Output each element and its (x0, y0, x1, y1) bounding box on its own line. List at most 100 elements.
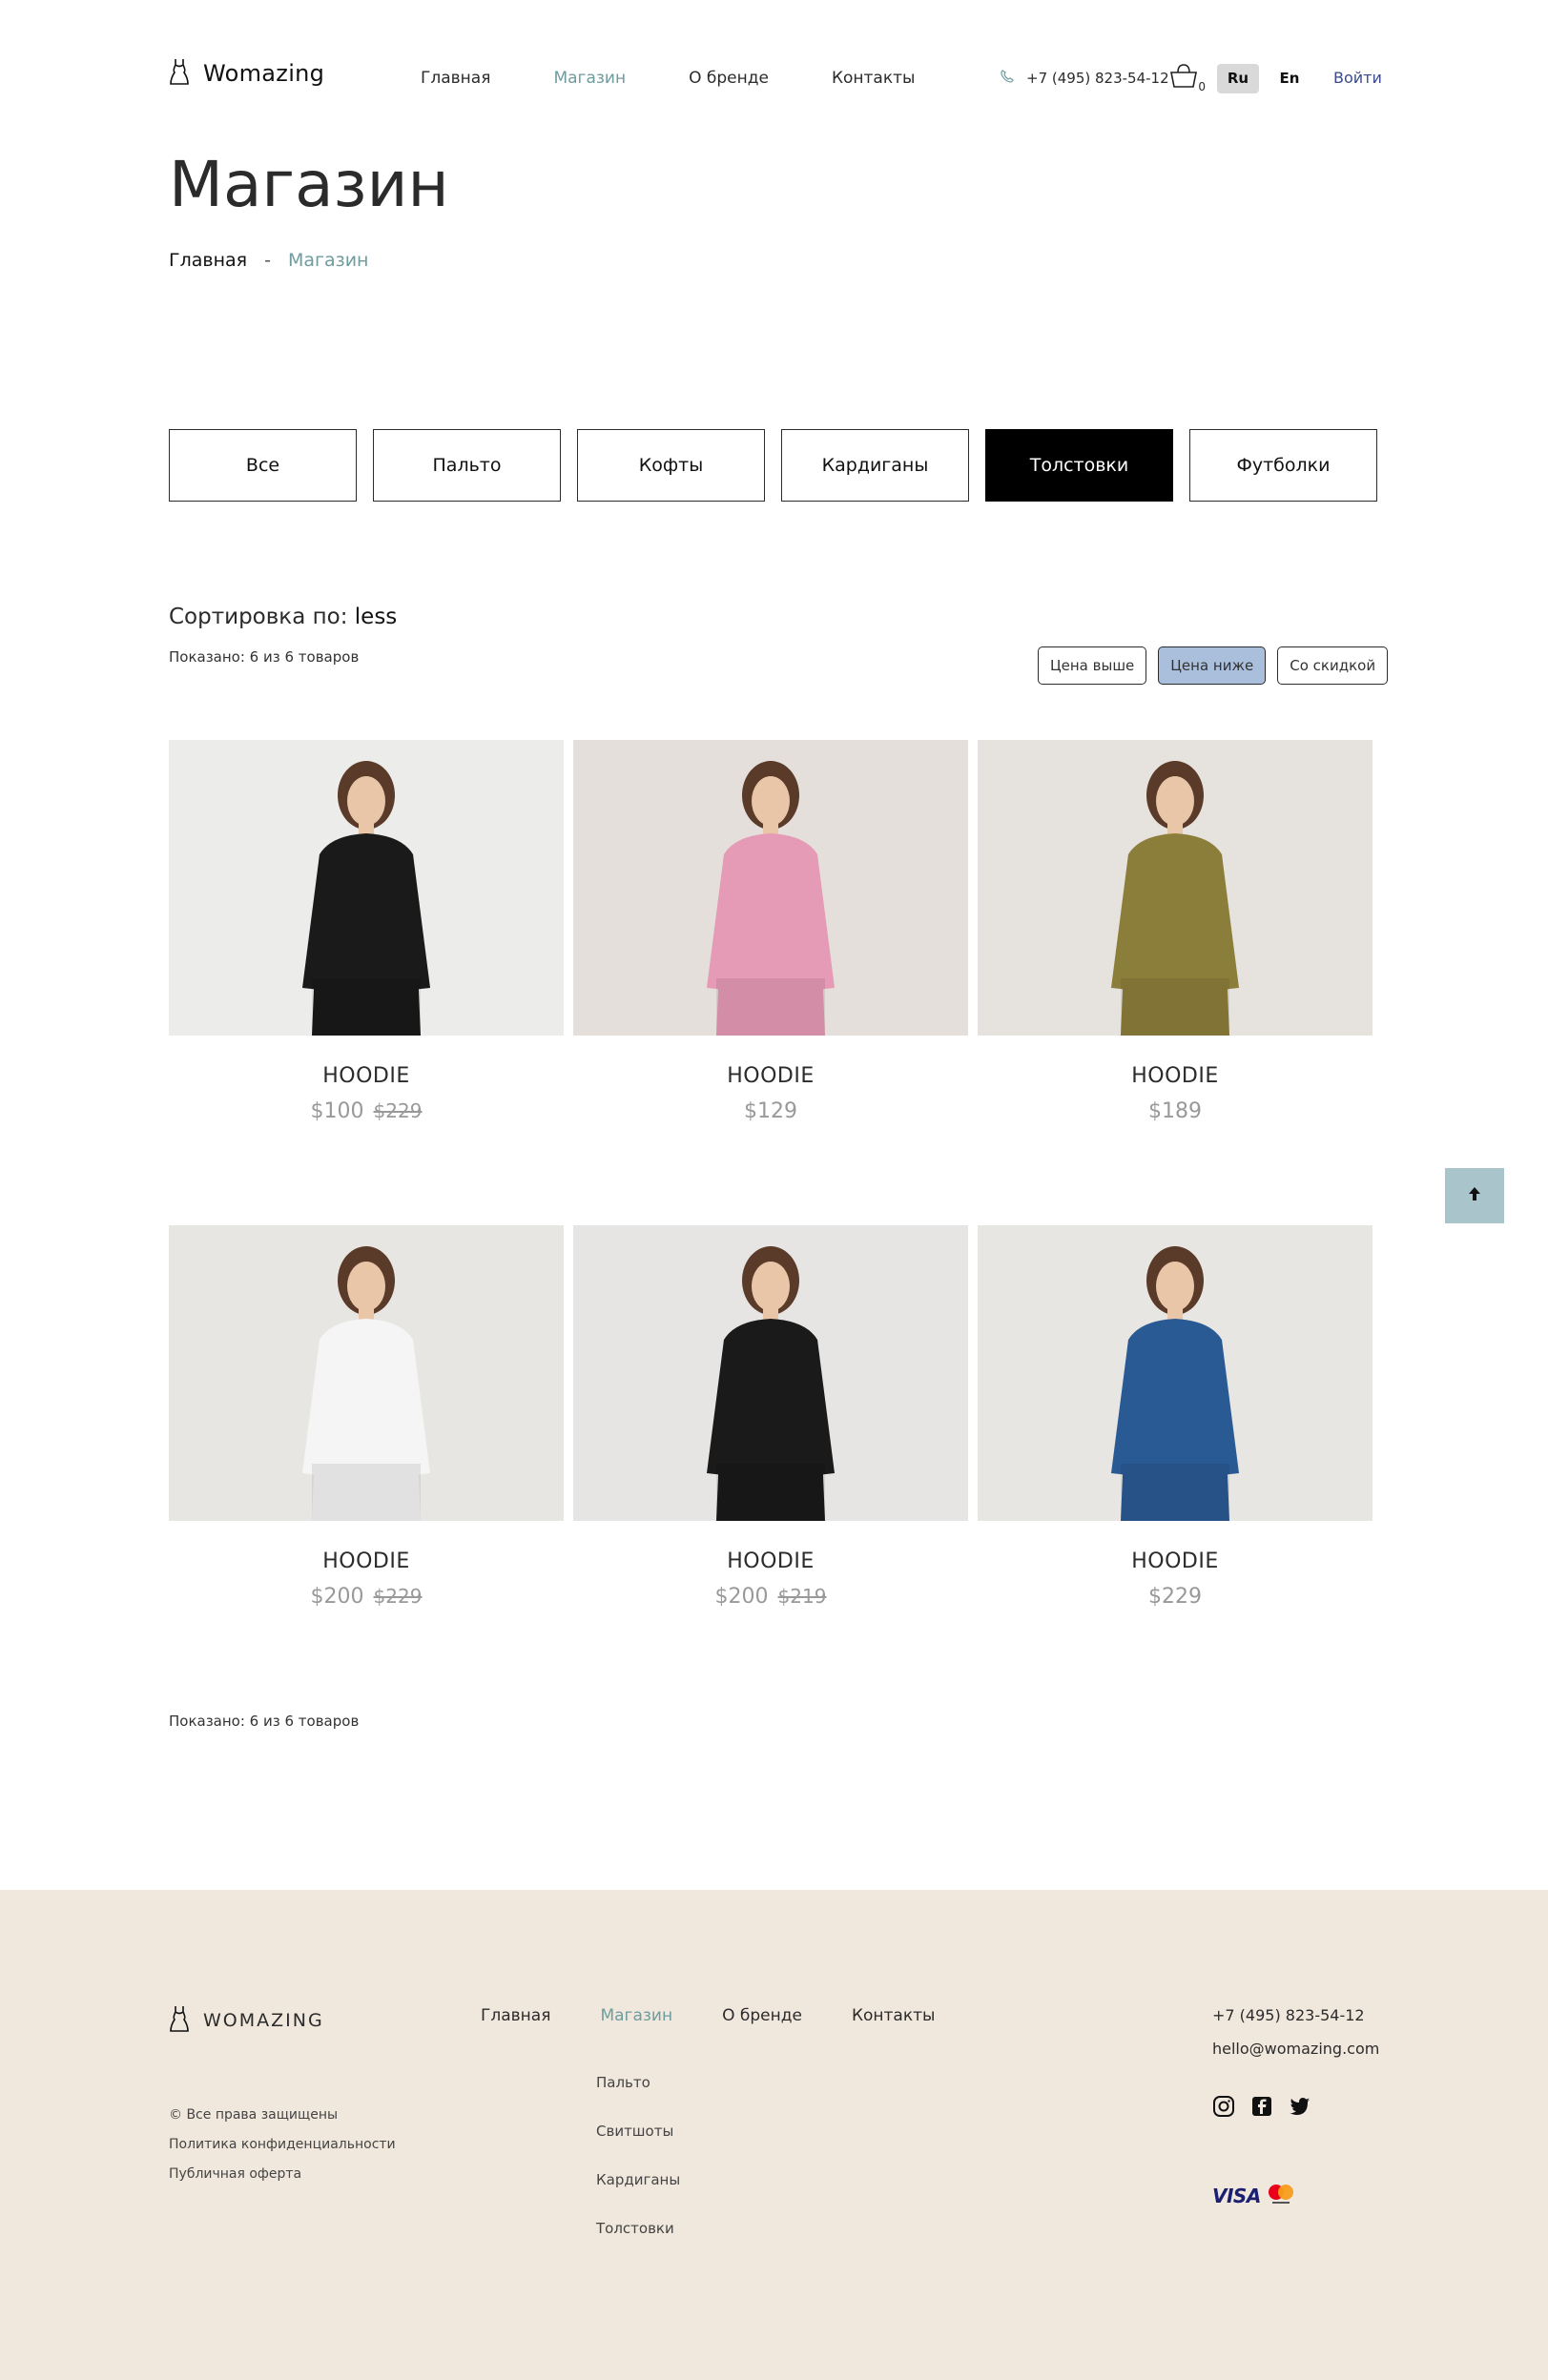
nav-shop[interactable]: Магазин (553, 69, 626, 88)
footer-phone[interactable]: +7 (495) 823-54-12 (1212, 2006, 1379, 2024)
payment-methods: VISA (1212, 2183, 1299, 2209)
cart-button[interactable]: 0 (1169, 63, 1206, 93)
instagram-icon[interactable] (1212, 2095, 1235, 2118)
product-image[interactable] (169, 740, 564, 1036)
copyright: © Все права защищены (169, 2107, 339, 2123)
product-name[interactable]: HOODIE (978, 1549, 1373, 1573)
dress-logo-icon (169, 57, 190, 90)
logo-text: Womazing (203, 60, 325, 87)
arrow-up-icon (1468, 1186, 1481, 1205)
visa-logo: VISA (1212, 2185, 1261, 2207)
product-price: $200 $219 (573, 1585, 968, 1609)
breadcrumb-current: Магазин (287, 250, 369, 271)
product-card[interactable]: HOODIE $200 $219 (573, 1225, 968, 1609)
product-card[interactable]: HOODIE $100 $229 (169, 740, 564, 1123)
footer-shop-links: Пальто Свитшоты Кардиганы Толстовки (596, 2074, 680, 2268)
product-card[interactable]: HOODIE $200 $229 (169, 1225, 564, 1609)
product-price: $189 (978, 1099, 1373, 1123)
product-image[interactable] (978, 740, 1373, 1036)
site-header: Womazing Главная Магазин О бренде Контак… (0, 0, 1548, 143)
sort-discount-button[interactable]: Со скидкой (1277, 646, 1389, 685)
sort-price-low-button[interactable]: Цена ниже (1158, 646, 1267, 685)
facebook-icon[interactable] (1250, 2095, 1273, 2118)
scroll-top-button[interactable] (1445, 1168, 1504, 1223)
product-current-price: $129 (744, 1099, 797, 1123)
product-current-price: $200 (310, 1585, 364, 1609)
site-footer: WOMAZING Главная Магазин О бренде Контак… (0, 1890, 1548, 2380)
lang-ru-button[interactable]: Ru (1217, 64, 1259, 93)
mastercard-icon (1265, 2183, 1299, 2209)
product-price: $129 (573, 1099, 968, 1123)
breadcrumb-separator: - (264, 250, 271, 271)
footer-email[interactable]: hello@womazing.com (1212, 2040, 1379, 2058)
product-old-price: $229 (373, 1585, 423, 1608)
footer-nav-home[interactable]: Главная (481, 2006, 550, 2025)
offer-link[interactable]: Публичная оферта (169, 2166, 396, 2182)
footer-nav: Главная Магазин О бренде Контакты (481, 2006, 984, 2025)
product-image[interactable] (978, 1225, 1373, 1521)
social-links (1212, 2095, 1311, 2118)
footer-logo-text: WOMAZING (203, 2010, 324, 2031)
footer-link-hoodies[interactable]: Толстовки (596, 2220, 680, 2237)
category-tshirts[interactable]: Футболки (1189, 429, 1377, 502)
category-all[interactable]: Все (169, 429, 357, 502)
product-name[interactable]: HOODIE (573, 1549, 968, 1573)
category-cardigans[interactable]: Кардиганы (781, 429, 969, 502)
phone-icon (1000, 69, 1015, 88)
dress-logo-icon (169, 2004, 190, 2037)
product-price: $200 $229 (169, 1585, 564, 1609)
product-card[interactable]: HOODIE $189 (978, 740, 1373, 1123)
product-card[interactable]: HOODIE $129 (573, 740, 968, 1123)
phone-number: +7 (495) 823-54-12 (1026, 70, 1169, 87)
footer-contacts: +7 (495) 823-54-12 hello@womazing.com (1212, 2006, 1379, 2073)
footer-legal: © Все права защищены Политика конфиденци… (169, 2107, 396, 2196)
logo[interactable]: Womazing (169, 57, 324, 90)
footer-nav-about[interactable]: О бренде (722, 2006, 802, 2025)
category-tabs: Все Пальто Кофты Кардиганы Толстовки Фут… (169, 429, 1377, 502)
privacy-link[interactable]: Политика конфиденциальности (169, 2137, 396, 2152)
sort-value: less (354, 605, 398, 629)
product-old-price: $229 (373, 1099, 423, 1122)
twitter-icon[interactable] (1289, 2095, 1311, 2118)
page-title: Магазин (169, 148, 449, 221)
header-phone[interactable]: +7 (495) 823-54-12 (1000, 69, 1169, 88)
product-name[interactable]: HOODIE (169, 1064, 564, 1088)
lang-en-button[interactable]: En (1269, 64, 1311, 93)
product-old-price: $219 (777, 1585, 827, 1608)
main-nav: Главная Магазин О бренде Контакты (421, 69, 978, 88)
category-sweaters[interactable]: Кофты (577, 429, 765, 502)
breadcrumb: Главная - Магазин (169, 250, 368, 271)
cart-count: 0 (1198, 80, 1206, 93)
nav-home[interactable]: Главная (421, 69, 490, 88)
footer-link-cardigans[interactable]: Кардиганы (596, 2171, 680, 2188)
product-name[interactable]: HOODIE (169, 1549, 564, 1573)
shown-count-bottom: Показано: 6 из 6 товаров (169, 1713, 360, 1730)
product-current-price: $200 (714, 1585, 769, 1609)
login-link[interactable]: Войти (1333, 69, 1382, 87)
sort-buttons: Цена выше Цена ниже Со скидкой (1038, 646, 1389, 685)
sort-title: Сортировка по: less (169, 605, 397, 629)
product-image[interactable] (573, 1225, 968, 1521)
product-current-price: $100 (310, 1099, 364, 1123)
footer-nav-shop[interactable]: Магазин (600, 2006, 672, 2025)
product-image[interactable] (573, 740, 968, 1036)
nav-about[interactable]: О бренде (689, 69, 769, 88)
shown-count-top: Показано: 6 из 6 товаров (169, 648, 360, 666)
footer-nav-contacts[interactable]: Контакты (852, 2006, 936, 2025)
product-name[interactable]: HOODIE (978, 1064, 1373, 1088)
footer-logo[interactable]: WOMAZING (169, 2004, 324, 2037)
product-card[interactable]: HOODIE $229 (978, 1225, 1373, 1609)
product-current-price: $229 (1148, 1585, 1202, 1609)
nav-contacts[interactable]: Контакты (832, 69, 916, 88)
product-name[interactable]: HOODIE (573, 1064, 968, 1088)
basket-icon (1169, 64, 1198, 93)
category-hoodies[interactable]: Толстовки (985, 429, 1173, 502)
product-image[interactable] (169, 1225, 564, 1521)
product-price: $229 (978, 1585, 1373, 1609)
breadcrumb-home[interactable]: Главная (169, 250, 247, 271)
category-coats[interactable]: Пальто (373, 429, 561, 502)
product-price: $100 $229 (169, 1099, 564, 1123)
footer-link-sweatshirts[interactable]: Свитшоты (596, 2123, 680, 2140)
sort-price-high-button[interactable]: Цена выше (1038, 646, 1147, 685)
footer-link-coats[interactable]: Пальто (596, 2074, 680, 2091)
